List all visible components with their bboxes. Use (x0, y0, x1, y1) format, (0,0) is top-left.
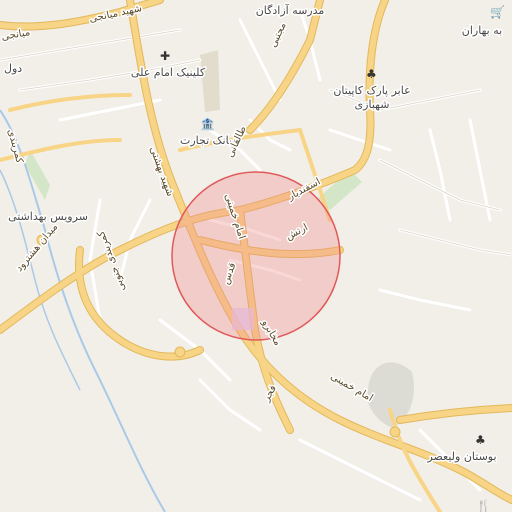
label-imam-ali-clinic: کلینیک امام علی (131, 66, 206, 79)
highlighted-block (232, 308, 254, 330)
restaurant-icon[interactable]: 🍴 (476, 499, 491, 512)
park-icon[interactable]: ♣ (475, 433, 486, 447)
label-tejarat-bank: بانک تجارت (180, 134, 232, 147)
clinic-icon[interactable]: ✚ (160, 49, 170, 63)
bank-icon[interactable]: 🏦 (200, 117, 215, 131)
cart-icon[interactable]: 🛒 (490, 5, 505, 19)
park-icon[interactable]: ♣ (366, 67, 377, 81)
map-canvas[interactable]: ✚ 🏦 ♣ ♣ 🛒 🍴 مدرسه آزادگان به بهاران کلین… (0, 0, 512, 512)
label-dol: دول (4, 62, 22, 75)
label-health-service: سرویس بهداشتی (8, 210, 88, 223)
label-abar-park-2: شهبازی (355, 98, 390, 111)
label-bahar: به بهاران (462, 24, 502, 37)
roundabout (389, 426, 401, 438)
map-svg: ✚ 🏦 ♣ ♣ 🛒 🍴 مدرسه آزادگان به بهاران کلین… (0, 0, 512, 512)
label-boostan-valiasr: بوستان ولیعصر (426, 450, 496, 463)
search-radius-circle (172, 172, 340, 340)
label-abar-park: عابر پارک کاپیتان (333, 84, 410, 97)
label-azadegan-school: مدرسه آزادگان (256, 3, 325, 17)
roundabout (174, 346, 186, 358)
